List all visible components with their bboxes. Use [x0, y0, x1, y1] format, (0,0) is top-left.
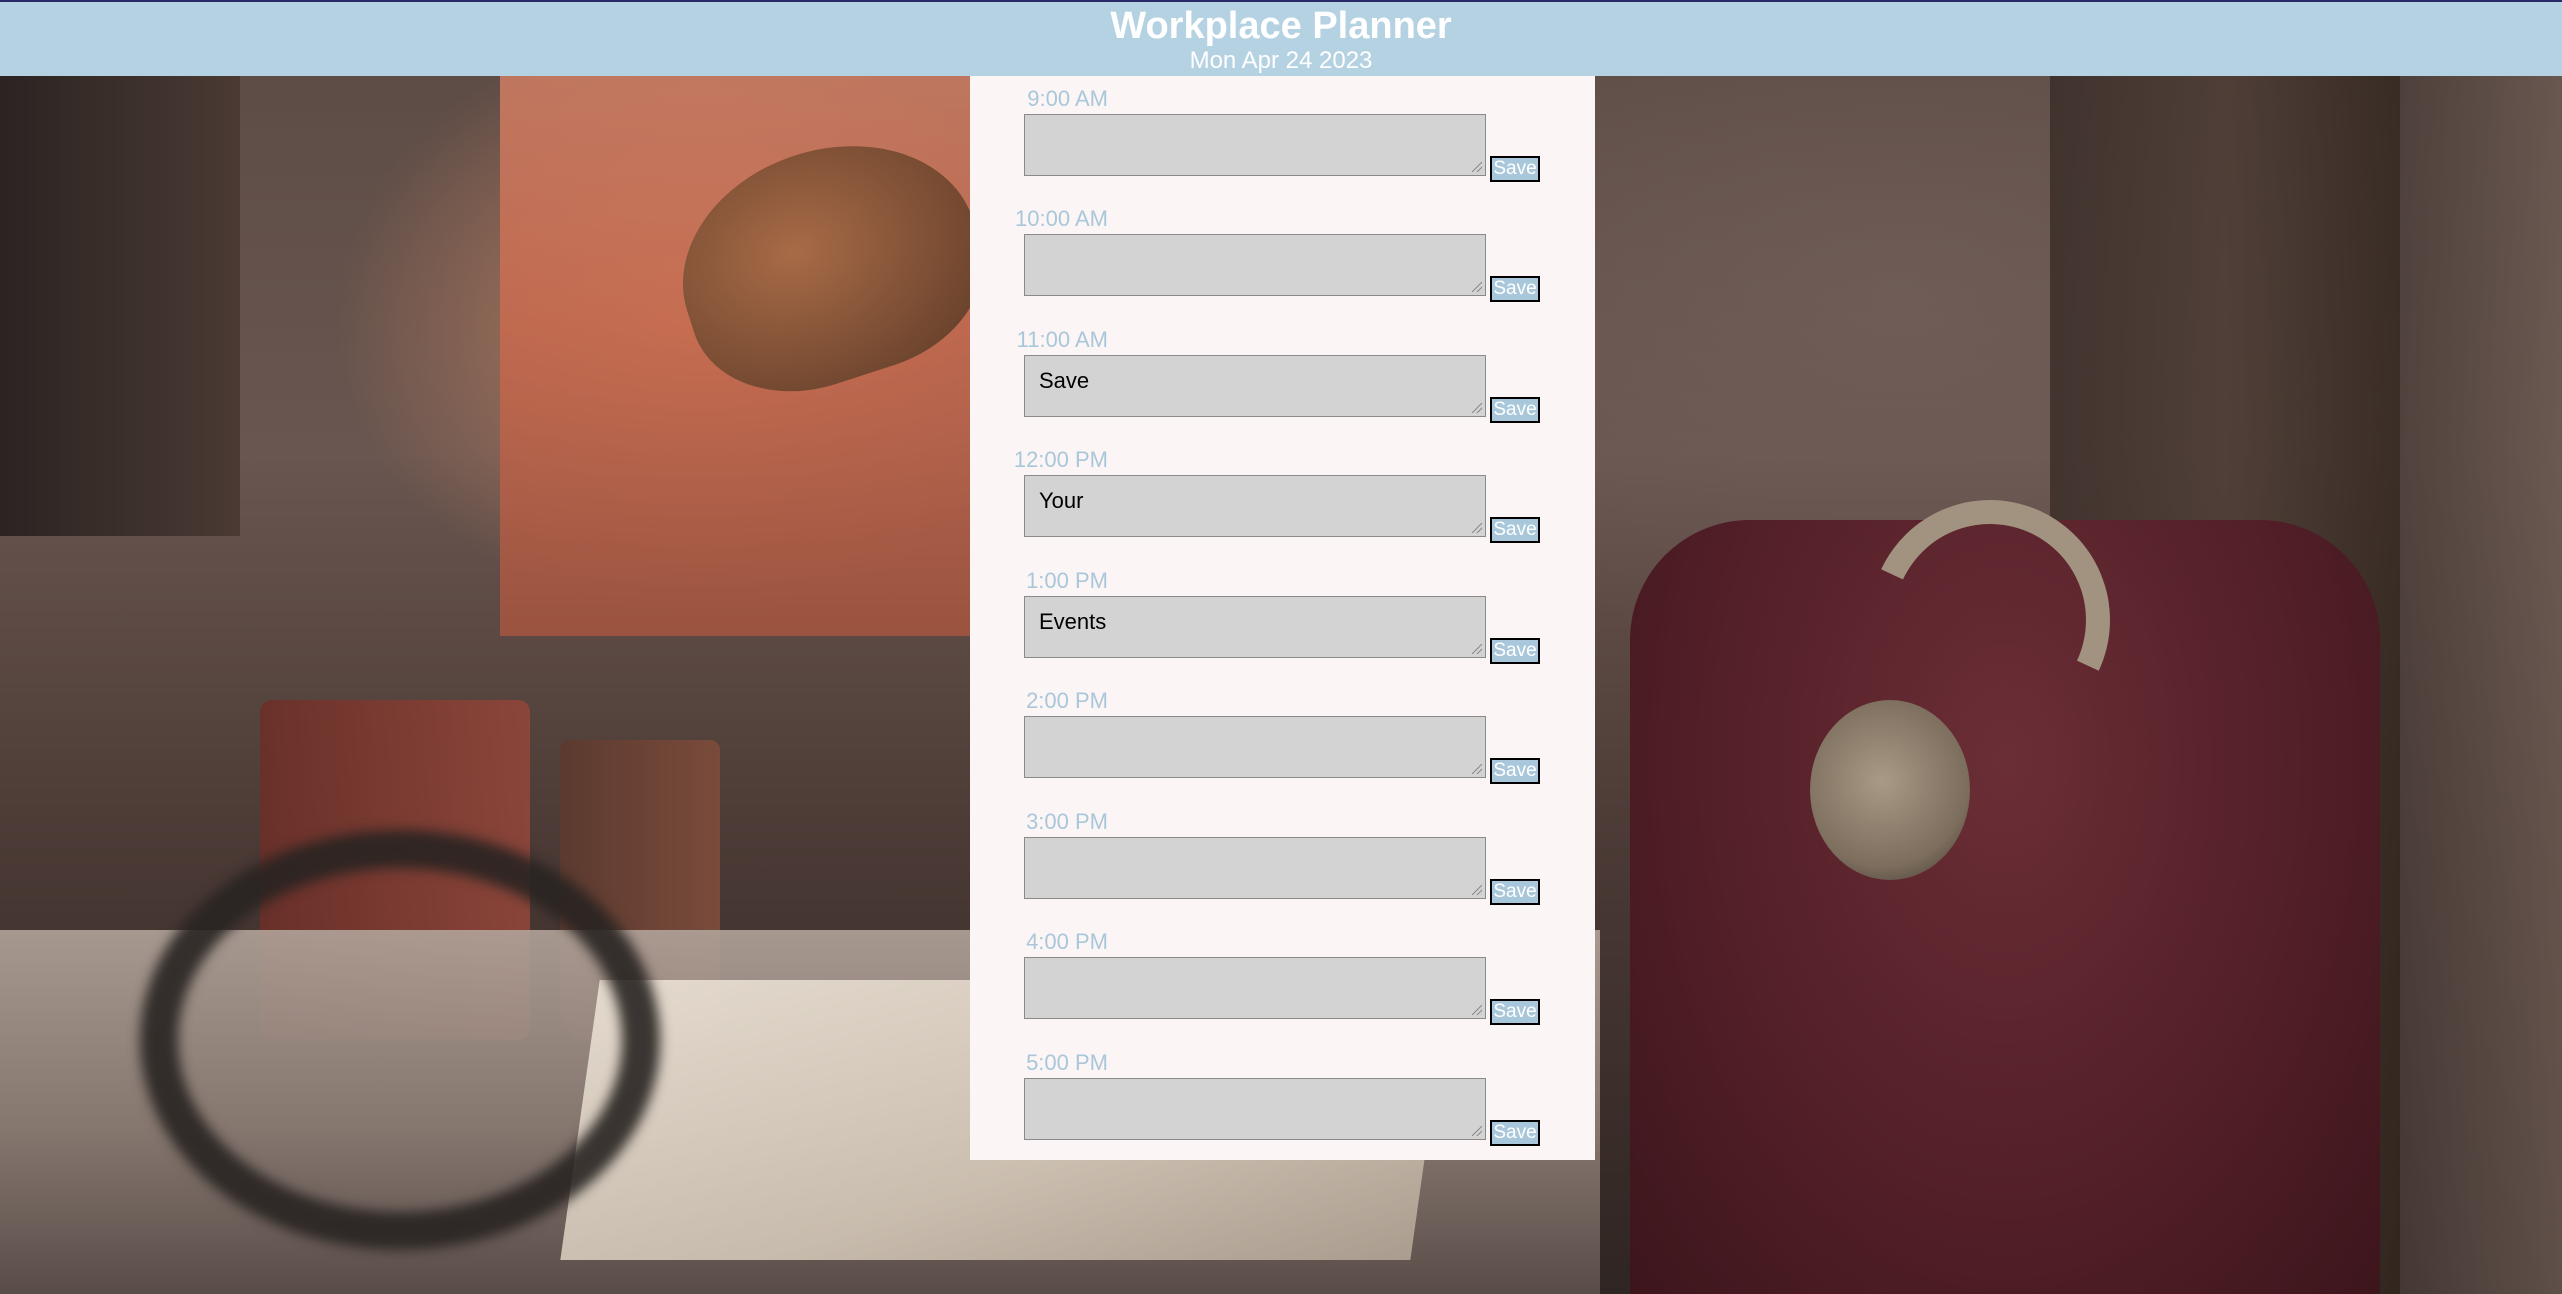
- current-date: Mon Apr 24 2023: [1189, 47, 1373, 74]
- save-button[interactable]: Save: [1490, 879, 1540, 905]
- save-button[interactable]: Save: [1490, 999, 1540, 1025]
- event-input[interactable]: [1024, 475, 1486, 537]
- time-slot-12pm: 12:00 PM Save: [970, 437, 1595, 557]
- time-slot-4pm: 4:00 PM Save: [970, 919, 1595, 1039]
- background-headphones-cup: [1810, 700, 1970, 880]
- page-title: Workplace Planner: [1110, 5, 1452, 47]
- event-input[interactable]: [1024, 355, 1486, 417]
- page-header: Workplace Planner Mon Apr 24 2023: [0, 0, 2562, 76]
- time-slot-5pm: 5:00 PM Save: [970, 1040, 1595, 1160]
- time-slot-3pm: 3:00 PM Save: [970, 799, 1595, 919]
- background-bookshelf-left: [0, 76, 240, 536]
- background-edge-right: [2400, 76, 2562, 1294]
- save-button[interactable]: Save: [1490, 638, 1540, 664]
- time-label: 4:00 PM: [1026, 929, 1108, 954]
- event-input[interactable]: [1024, 837, 1486, 899]
- event-input[interactable]: [1024, 957, 1486, 1019]
- save-button[interactable]: Save: [1490, 517, 1540, 543]
- event-input[interactable]: [1024, 1078, 1486, 1140]
- save-button[interactable]: Save: [1490, 156, 1540, 182]
- save-button[interactable]: Save: [1490, 397, 1540, 423]
- time-label: 3:00 PM: [1026, 809, 1108, 834]
- event-input[interactable]: [1024, 234, 1486, 296]
- event-input[interactable]: [1024, 114, 1486, 176]
- time-slot-1pm: 1:00 PM Save: [970, 558, 1595, 678]
- time-label: 10:00 AM: [1015, 206, 1108, 231]
- time-label: 2:00 PM: [1026, 688, 1108, 713]
- background-scissors: [140, 830, 660, 1250]
- save-button[interactable]: Save: [1490, 758, 1540, 784]
- time-slot-10am: 10:00 AM Save: [970, 196, 1595, 316]
- time-slot-11am: 11:00 AM Save: [970, 317, 1595, 437]
- time-label: 12:00 PM: [1013, 447, 1108, 472]
- time-slot-9am: 9:00 AM Save: [970, 76, 1595, 196]
- time-label: 9:00 AM: [1027, 86, 1108, 111]
- event-input[interactable]: [1024, 596, 1486, 658]
- time-label: 5:00 PM: [1026, 1050, 1108, 1075]
- time-label: 1:00 PM: [1026, 568, 1108, 593]
- planner-panel: 9:00 AM Save 10:00 AM Save 11:00 AM Save…: [970, 76, 1595, 1160]
- save-button[interactable]: Save: [1490, 1120, 1540, 1146]
- time-slot-2pm: 2:00 PM Save: [970, 678, 1595, 798]
- time-label: 11:00 AM: [1016, 327, 1108, 352]
- save-button[interactable]: Save: [1490, 276, 1540, 302]
- event-input[interactable]: [1024, 716, 1486, 778]
